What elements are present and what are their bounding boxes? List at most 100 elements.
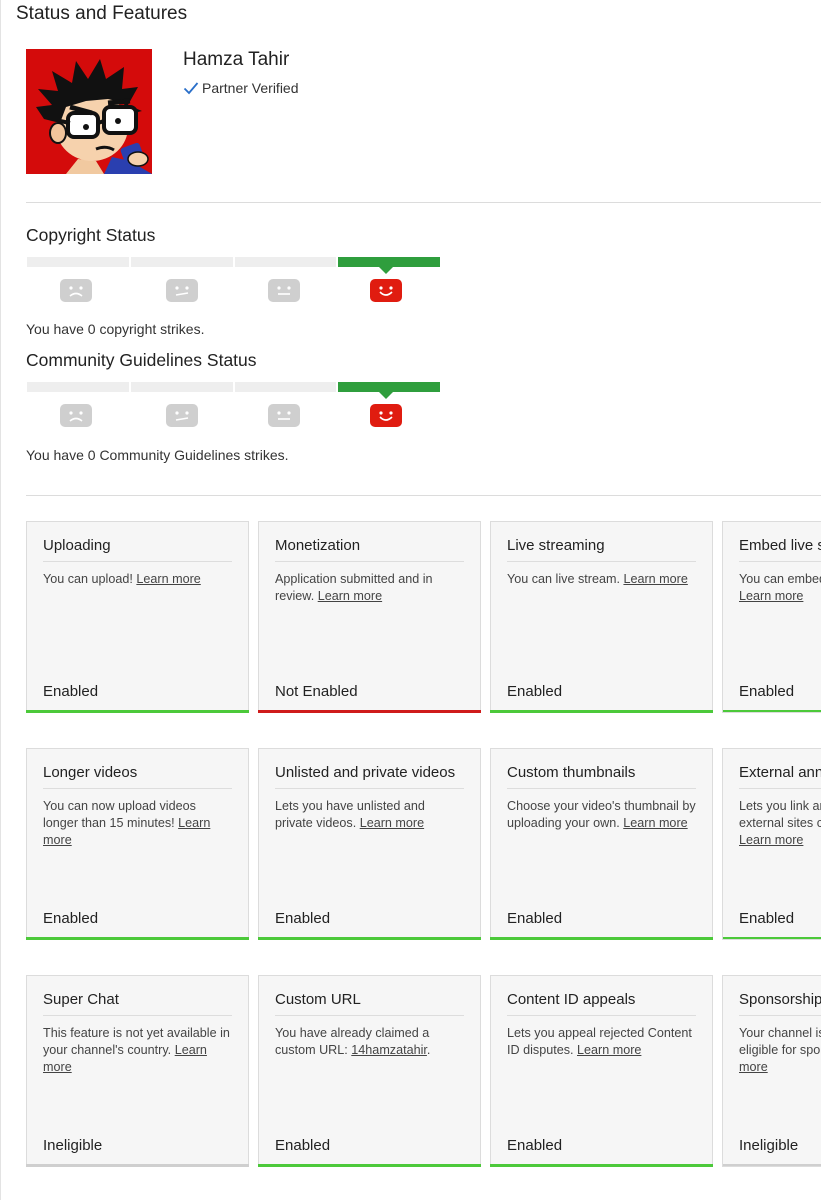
feature-description: Lets you have unlisted and private video… — [275, 798, 466, 832]
feature-status: Enabled — [507, 910, 563, 927]
feature-title: Sponsorship — [739, 991, 821, 1008]
card-divider — [275, 788, 464, 789]
neutral-face-icon — [268, 404, 300, 427]
learn-more-link[interactable]: Learn more — [623, 816, 687, 830]
learn-more-link[interactable]: Learn more — [623, 572, 687, 586]
card-divider — [739, 561, 821, 562]
learn-more-link[interactable]: Learn more — [577, 1043, 641, 1057]
feature-card-monetization: Monetization Application submitted and i… — [258, 521, 481, 713]
community-status-title: Community Guidelines Status — [26, 350, 257, 370]
strike-segment-0 — [338, 382, 440, 392]
feature-status: Ineligible — [43, 1137, 103, 1154]
status-bar — [26, 1164, 249, 1167]
status-bar — [258, 1164, 481, 1167]
feature-description-text: Lets you link ar external sites c — [739, 799, 821, 830]
strike-segment-3 — [27, 257, 129, 267]
learn-more-link[interactable]: Learn more — [360, 816, 424, 830]
feature-card-super-chat: Super Chat This feature is not yet avail… — [26, 975, 249, 1167]
channel-avatar — [26, 49, 152, 174]
card-divider — [739, 788, 821, 789]
learn-more-link[interactable]: more — [739, 1060, 768, 1074]
custom-url-link[interactable]: 14hamzatahir — [351, 1043, 427, 1057]
copyright-strike-message: You have 0 copyright strikes. — [26, 321, 205, 337]
feature-status: Ineligible — [739, 1137, 799, 1154]
feature-description-text: You can live stream. — [507, 572, 620, 586]
feature-status: Enabled — [275, 1137, 331, 1154]
happy-face-icon — [370, 404, 402, 427]
feature-card-embed-live: Embed live s You can embed Learn more Ena… — [722, 521, 821, 713]
feature-status: Enabled — [43, 683, 99, 700]
status-bar — [490, 710, 713, 713]
feature-card-external-annotations: External ann Lets you link ar external s… — [722, 748, 821, 940]
feature-description: You can embed Learn more — [739, 571, 821, 605]
feature-title: Monetization — [275, 537, 361, 554]
feature-description-text: You can embed — [739, 572, 821, 586]
neutral-face-icon — [268, 279, 300, 302]
feature-card-custom-thumbnails: Custom thumbnails Choose your video's th… — [490, 748, 713, 940]
card-divider — [275, 1015, 464, 1016]
feature-title: External ann — [739, 764, 821, 781]
status-bar — [26, 937, 249, 940]
status-bar — [490, 1164, 713, 1167]
card-divider — [739, 1015, 821, 1016]
feature-title: Content ID appeals — [507, 991, 636, 1008]
status-bar — [258, 710, 481, 713]
feature-card-live-streaming: Live streaming You can live stream. Lear… — [490, 521, 713, 713]
card-divider — [507, 788, 696, 789]
strike-segment-2 — [130, 382, 233, 392]
feature-title: Live streaming — [507, 537, 605, 554]
feature-card-longer-videos: Longer videos You can now upload videos … — [26, 748, 249, 940]
description-suffix: . — [426, 1043, 431, 1057]
copyright-status-title: Copyright Status — [26, 225, 156, 245]
feature-status: Enabled — [43, 910, 99, 927]
sad-face-icon — [60, 279, 92, 302]
channel-name: Hamza Tahir — [183, 49, 290, 70]
community-strike-meter — [27, 382, 440, 392]
feature-description: Lets you appeal rejected Content ID disp… — [507, 1025, 698, 1059]
feature-status: Not Enabled — [275, 683, 358, 700]
learn-more-link[interactable]: Learn more — [136, 572, 200, 586]
strike-segment-2 — [130, 257, 233, 267]
feature-title: Super Chat — [43, 991, 119, 1008]
feature-title: Custom thumbnails — [507, 764, 636, 781]
learn-more-link[interactable]: Learn more — [739, 833, 803, 847]
feature-status: Enabled — [507, 1137, 563, 1154]
status-bar — [490, 937, 713, 940]
feature-status: Enabled — [275, 910, 331, 927]
strike-segment-1 — [234, 382, 337, 392]
happy-face-icon — [370, 279, 402, 302]
feature-description: Lets you link ar external sites c Learn m… — [739, 798, 821, 849]
feature-title: Unlisted and private videos — [275, 764, 456, 781]
learn-more-link[interactable]: Learn more — [318, 589, 382, 603]
strike-pointer — [379, 392, 393, 399]
feature-title: Embed live s — [739, 537, 821, 554]
learn-more-link[interactable]: Learn more — [739, 589, 803, 603]
feature-description-text: You can upload! — [43, 572, 133, 586]
feature-card-custom-url: Custom URL You have already claimed a cu… — [258, 975, 481, 1167]
feature-status: Enabled — [507, 683, 563, 700]
feature-status: Enabled — [739, 683, 795, 700]
feature-description-text: Your channel is eligible for spo — [739, 1026, 821, 1057]
card-divider — [507, 1015, 696, 1016]
strike-segment-0 — [338, 257, 440, 267]
feature-description: Choose your video's thumbnail by uploadi… — [507, 798, 698, 832]
strike-pointer — [379, 267, 393, 274]
community-strike-message: You have 0 Community Guidelines strikes. — [26, 447, 289, 463]
unsure-face-icon — [166, 279, 198, 302]
card-divider — [275, 561, 464, 562]
divider — [26, 202, 821, 203]
divider — [26, 495, 821, 496]
feature-status: Enabled — [739, 910, 795, 927]
feature-description: You have already claimed a custom URL: 1… — [275, 1025, 466, 1059]
card-divider — [43, 788, 232, 789]
partner-verified-badge: Partner Verified — [183, 80, 299, 96]
copyright-strike-meter — [27, 257, 440, 267]
page-title: Status and Features — [16, 3, 188, 24]
feature-description: You can upload! Learn more — [43, 571, 234, 588]
page-left-border — [0, 0, 1, 1200]
sad-face-icon — [60, 404, 92, 427]
feature-description: This feature is not yet available in you… — [43, 1025, 234, 1076]
feature-card-unlisted-private: Unlisted and private videos Lets you hav… — [258, 748, 481, 940]
card-divider — [43, 1015, 232, 1016]
unsure-face-icon — [166, 404, 198, 427]
